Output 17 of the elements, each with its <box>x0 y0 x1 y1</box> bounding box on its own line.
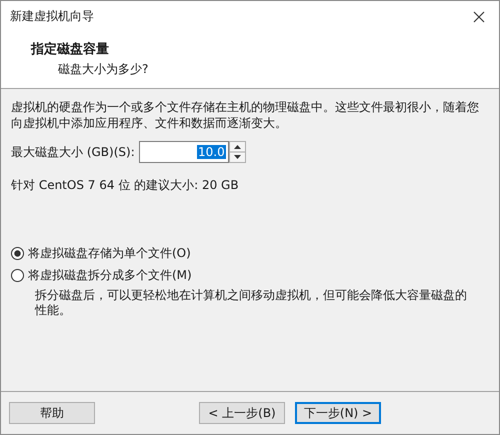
spinner-arrows-icon[interactable] <box>228 141 246 163</box>
option-label[interactable]: 将虚拟磁盘存储为单个文件(O) <box>28 244 191 262</box>
close-icon[interactable] <box>473 10 485 22</box>
help-button[interactable]: 帮助 <box>9 402 95 424</box>
radio-button[interactable] <box>11 268 24 282</box>
recommendation-text: 针对 CentOS 7 64 位 的建议大小: 20 GB <box>11 177 240 194</box>
window-title: 新建虚拟机向导 <box>10 8 94 25</box>
disk-size-field[interactable]: 10.0 <box>138 141 229 163</box>
option-label[interactable]: 将虚拟磁盘拆分成多个文件(M) <box>28 266 192 284</box>
disk-size-label: 最大磁盘大小 (GB)(S): <box>11 144 135 160</box>
page-subheading: 磁盘大小为多少? <box>57 61 150 78</box>
back-button[interactable]: < 上一步(B) <box>199 402 285 424</box>
description-text: 虚拟机的硬盘作为一个或多个文件存储在主机的物理磁盘中。这些文件最初很小，随着您向虚拟机中添加应用程序、文件和数据而逐渐变大。 <box>11 99 480 131</box>
page-heading: 指定磁盘容量 <box>31 40 110 58</box>
option-note: 拆分磁盘后，可以更轻松地在计算机之间移动虚拟机，但可能会降低大容量磁盘的性能。 <box>35 288 468 318</box>
next-button[interactable]: 下一步(N) > <box>295 402 381 424</box>
radio-button[interactable] <box>11 246 24 260</box>
